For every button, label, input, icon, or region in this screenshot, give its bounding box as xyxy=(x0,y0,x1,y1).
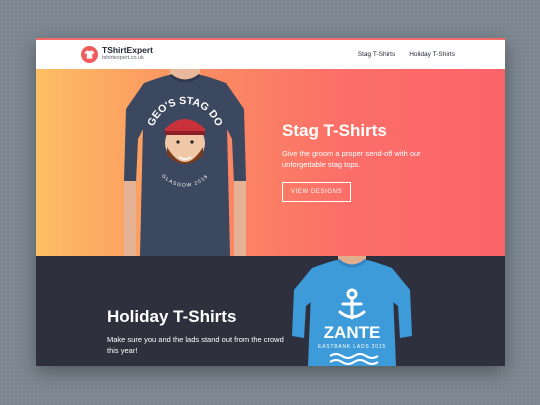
site-header: TShirtExpert tshirtexpert.co.uk Stag T-S… xyxy=(36,40,505,69)
tshirt-icon[interactable] xyxy=(81,46,98,63)
holiday-title: Holiday T-Shirts xyxy=(107,307,237,326)
nav-link-holiday[interactable]: Holiday T-Shirts xyxy=(409,51,455,58)
main-nav: Stag T-Shirts Holiday T-Shirts xyxy=(358,51,455,58)
shirt-print-sub: EASTBANK LADS 2015 xyxy=(318,344,386,350)
brand-url: tshirtexpert.co.uk xyxy=(102,55,144,61)
holiday-subtitle: Make sure you and the lads stand out fro… xyxy=(107,335,284,355)
browser-frame: TShirtExpert tshirtexpert.co.uk Stag T-S… xyxy=(36,38,505,366)
brand-logo[interactable]: TShirtExpert tshirtexpert.co.uk xyxy=(102,45,153,62)
holiday-tshirt-image: ZANTE EASTBANK LADS 2015 xyxy=(292,256,412,366)
stag-tshirt-image: GEO'S STAG DO GLASGOW 2016 xyxy=(124,69,246,256)
hero-subtitle: Give the groom a proper send-off with ou… xyxy=(282,149,421,169)
shirt-print-main: ZANTE xyxy=(324,323,381,342)
hero-title: Stag T-Shirts xyxy=(282,121,387,140)
nav-link-stag[interactable]: Stag T-Shirts xyxy=(358,51,395,58)
holiday-text-block: Holiday T-Shirts Make sure you and the l… xyxy=(107,306,297,356)
stag-hero-section: GEO'S STAG DO GLASGOW 2016 Stag T-Shirts… xyxy=(36,69,505,256)
holiday-section: Holiday T-Shirts Make sure you and the l… xyxy=(36,256,505,366)
brand-name: TShirtExpert xyxy=(102,45,154,55)
view-designs-button[interactable]: VIEW DESIGNS xyxy=(282,182,352,202)
hero-text-block: Stag T-Shirts Give the groom a proper se… xyxy=(282,120,472,202)
